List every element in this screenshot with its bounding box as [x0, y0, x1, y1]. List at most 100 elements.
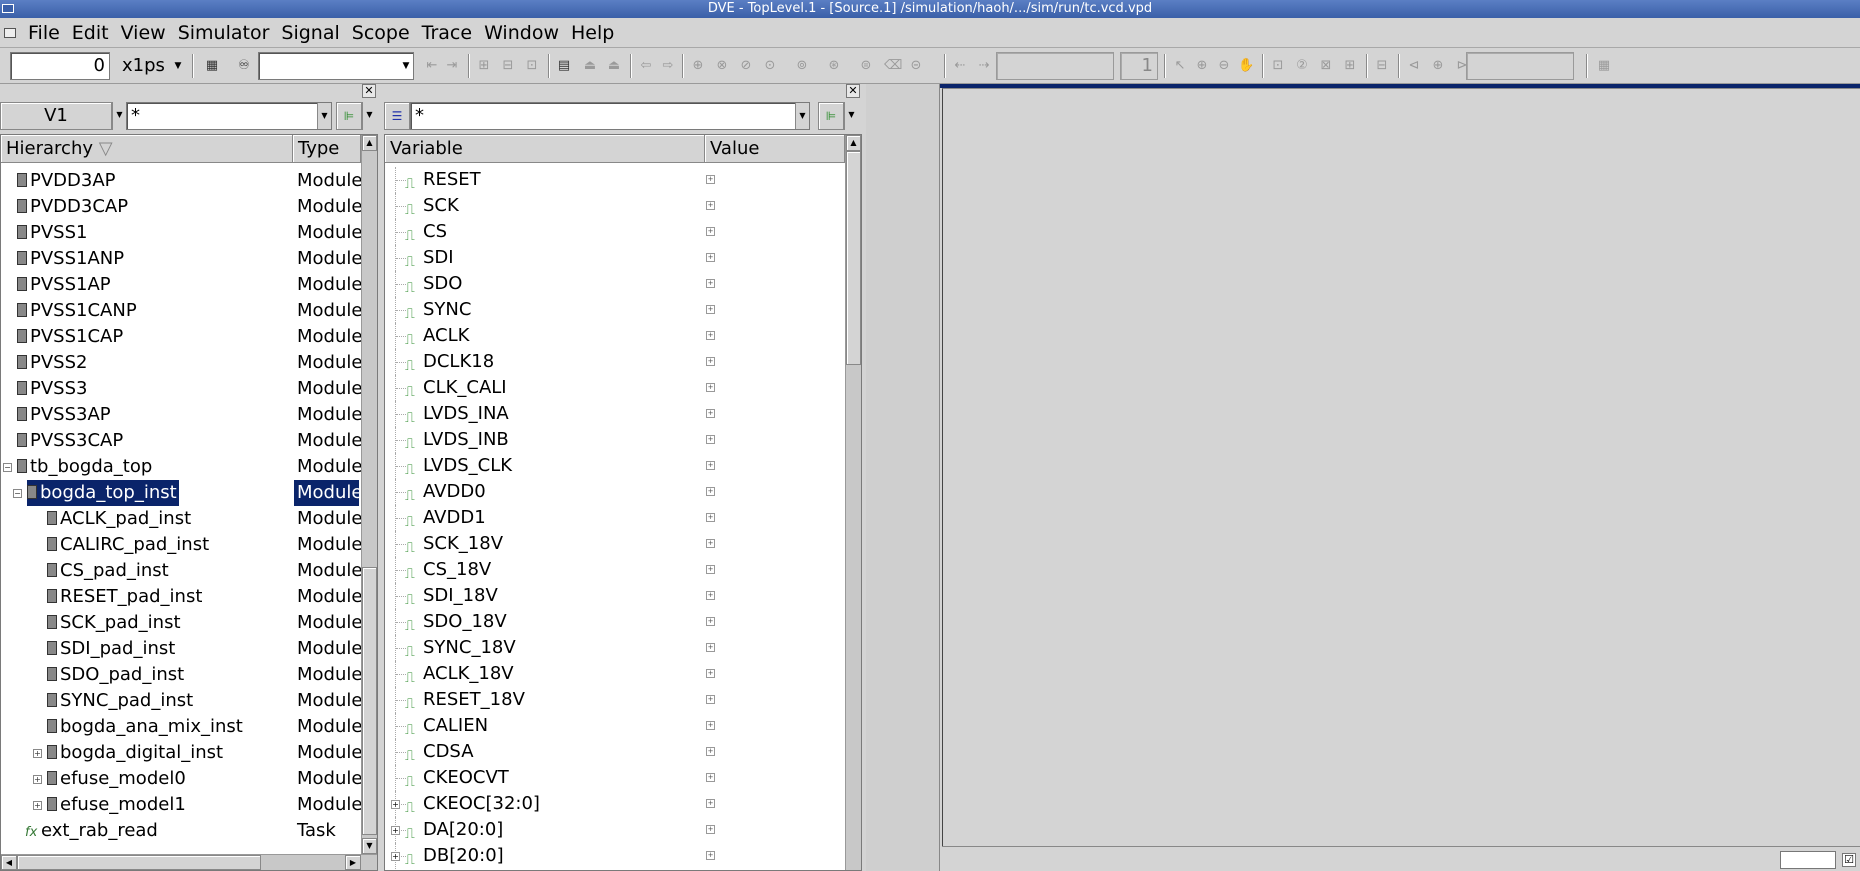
time-input[interactable]: 0	[10, 52, 110, 80]
scroll-thumb[interactable]	[17, 855, 261, 870]
document-icon[interactable]: ▤	[556, 58, 572, 74]
value-expand-icon[interactable]: +	[706, 513, 715, 522]
variable-row[interactable]: ⎍ CDSA +	[385, 739, 845, 765]
window-menu-icon[interactable]	[2, 4, 14, 13]
variable-row[interactable]: ⎍ CALIEN +	[385, 713, 845, 739]
zoom-out-icon[interactable]: ⊖	[1216, 58, 1232, 74]
value-expand-icon[interactable]: +	[706, 253, 715, 262]
value-expand-icon[interactable]: +	[706, 591, 715, 600]
trace-driver-icon[interactable]: ⊕	[690, 58, 706, 74]
expand-icon[interactable]: +	[33, 775, 42, 784]
tree-row[interactable]: PVSS1ANP Module	[1, 246, 361, 272]
variable-row[interactable]: + ⎍ CKEOC[32:0] +	[385, 791, 845, 817]
zoom-2-icon[interactable]: ②	[1294, 58, 1310, 74]
zoom-fit-icon[interactable]: ⊡	[1270, 58, 1286, 74]
step-icon[interactable]: ⊞	[476, 58, 492, 74]
variable-row[interactable]: ⎍ LVDS_INB +	[385, 427, 845, 453]
next-icon[interactable]: ⊟	[500, 58, 516, 74]
tree-row[interactable]: + bogda_digital_inst Module	[1, 740, 361, 766]
filter-options-icon[interactable]: ⊫	[336, 102, 362, 130]
find-prev-icon[interactable]: ⇤	[424, 58, 440, 74]
forward-arrow-icon[interactable]: ⇨	[660, 58, 676, 74]
variable-row[interactable]: ⎍ SDI +	[385, 245, 845, 271]
value-expand-icon[interactable]: +	[706, 643, 715, 652]
tree-row[interactable]: + efuse_model1 Module	[1, 792, 361, 818]
value-expand-icon[interactable]: +	[706, 279, 715, 288]
menu-view[interactable]: View	[115, 22, 172, 44]
variable-row[interactable]: ⎍ CLK_CALI +	[385, 375, 845, 401]
move-right-icon[interactable]: ⇢	[976, 58, 992, 74]
move-left-icon[interactable]: ⇠	[952, 58, 968, 74]
schematic-icon[interactable]: ⊘	[738, 58, 754, 74]
menu-file[interactable]: File	[22, 22, 66, 44]
tree-row[interactable]: ACLK_pad_inst Module	[1, 506, 361, 532]
variable-filter-input[interactable]: * ▼	[410, 102, 810, 130]
zoom-box-icon[interactable]: ⊠	[1318, 58, 1334, 74]
variable-row[interactable]: ⎍ ACLK_18V +	[385, 661, 845, 687]
close-icon[interactable]: ✕	[846, 84, 860, 98]
variable-row[interactable]: ⎍ CKEOCVT +	[385, 765, 845, 791]
variable-row[interactable]: ⎍ SYNC +	[385, 297, 845, 323]
scroll-left-icon[interactable]: ◀	[1, 855, 17, 870]
search-combo[interactable]	[258, 52, 414, 80]
variable-row[interactable]: ⎍ AVDD0 +	[385, 479, 845, 505]
variable-row[interactable]: ⎍ LVDS_CLK +	[385, 453, 845, 479]
menu-edit[interactable]: Edit	[66, 22, 115, 44]
value-expand-icon[interactable]: +	[706, 617, 715, 626]
tree-icon[interactable]: ⊜	[858, 58, 874, 74]
tree-row[interactable]: PVSS1 Module	[1, 220, 361, 246]
link-icon[interactable]: ⊛	[826, 58, 842, 74]
tree-row[interactable]: CALIRC_pad_inst Module	[1, 532, 361, 558]
tree-row[interactable]: SYNC_pad_inst Module	[1, 688, 361, 714]
pointer-icon[interactable]: ↖	[1172, 58, 1188, 74]
expand-icon[interactable]: +	[391, 852, 400, 861]
value-expand-icon[interactable]: +	[706, 539, 715, 548]
value-expand-icon[interactable]: +	[706, 175, 715, 184]
waveform-signal-column[interactable]	[866, 84, 940, 871]
list-icon[interactable]: ⊚	[794, 58, 810, 74]
zoom-in-icon[interactable]: ⊕	[1194, 58, 1210, 74]
variable-row[interactable]: ⎍ AVDD1 +	[385, 505, 845, 531]
variable-row[interactable]: ⎍ SYNC_18V +	[385, 635, 845, 661]
tree-row[interactable]: SCK_pad_inst Module	[1, 610, 361, 636]
scroll-thumb[interactable]	[846, 151, 861, 365]
eraser-icon[interactable]: ⌫	[884, 58, 902, 74]
hierarchy-hscroll[interactable]: ◀ ▶	[1, 854, 377, 870]
value-expand-icon[interactable]: +	[706, 435, 715, 444]
value-expand-icon[interactable]: +	[706, 773, 715, 782]
tree-row[interactable]: bogda_ana_mix_inst Module	[1, 714, 361, 740]
upload-icon[interactable]: ⏏	[582, 58, 598, 74]
expand-icon[interactable]: +	[33, 801, 42, 810]
hierarchy-find-icon[interactable]: ▦	[204, 58, 220, 74]
value-expand-icon[interactable]: +	[706, 565, 715, 574]
scroll-right-icon[interactable]: ▶	[345, 855, 361, 870]
search-dropdown-icon[interactable]: ▼	[400, 52, 412, 80]
tree-row[interactable]: PVSS3AP Module	[1, 402, 361, 428]
prev-edge-icon[interactable]: ⊲	[1406, 58, 1422, 74]
pan-hand-icon[interactable]: ✋	[1238, 58, 1254, 74]
tree-row[interactable]: PVSS3 Module	[1, 376, 361, 402]
filter-dropdown-icon[interactable]: ▼	[317, 103, 331, 129]
scroll-up-icon[interactable]: ▲	[362, 135, 377, 151]
value-expand-icon[interactable]: +	[706, 669, 715, 678]
variable-row[interactable]: ⎍ LVDS_INA +	[385, 401, 845, 427]
time-unit-select[interactable]: x1ps	[122, 52, 165, 80]
tree-row[interactable]: PVDD3AP Module	[1, 168, 361, 194]
tree-row[interactable]: + efuse_model0 Module	[1, 766, 361, 792]
binoculars-icon[interactable]: ♾	[236, 58, 252, 74]
value-expand-icon[interactable]: +	[706, 461, 715, 470]
tree-row[interactable]: PVSS1AP Module	[1, 272, 361, 298]
expand-icon[interactable]: +	[391, 826, 400, 835]
trace-load-icon[interactable]: ⊗	[714, 58, 730, 74]
variable-row[interactable]: ⎍ SDI_18V +	[385, 583, 845, 609]
filter-options-icon[interactable]: ⊫	[818, 102, 844, 130]
tree-row[interactable]: PVSS1CAP Module	[1, 324, 361, 350]
column-type[interactable]: Type	[293, 135, 361, 162]
view-dropdown-icon[interactable]: ▼	[112, 102, 126, 130]
tree-row[interactable]: − bogda_top_inst Module	[1, 480, 361, 506]
value-expand-icon[interactable]: +	[706, 201, 715, 210]
title-bar[interactable]: DVE - TopLevel.1 - [Source.1] /simulatio…	[0, 0, 1860, 18]
column-value[interactable]: Value	[705, 135, 845, 162]
tree-row[interactable]: CS_pad_inst Module	[1, 558, 361, 584]
variable-row[interactable]: ⎍ SCK_18V +	[385, 531, 845, 557]
